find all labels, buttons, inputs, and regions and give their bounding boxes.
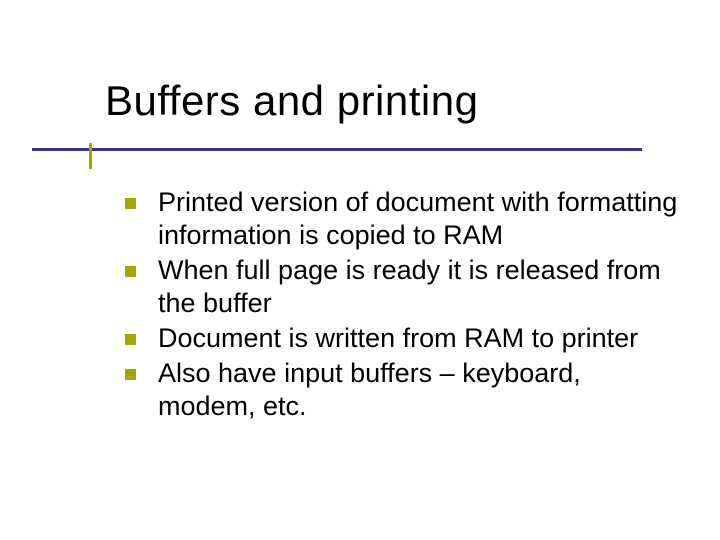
list-item: When full page is ready it is released f… (125, 254, 680, 320)
list-item-text: When full page is ready it is released f… (158, 254, 680, 320)
square-bullet-icon (125, 369, 136, 380)
list-item-text: Document is written from RAM to printer (158, 322, 680, 355)
title-block: Buffers and printing (105, 78, 690, 124)
slide: Buffers and printing Printed version of … (0, 0, 720, 540)
title-accent-tick (89, 143, 92, 169)
square-bullet-icon (125, 266, 136, 277)
list-item: Document is written from RAM to printer (125, 322, 680, 355)
title-underline (32, 148, 642, 151)
list-item: Also have input buffers – keyboard, mode… (125, 357, 680, 423)
list-item-text: Also have input buffers – keyboard, mode… (158, 357, 680, 423)
list-item-text: Printed version of document with formatt… (158, 186, 680, 252)
square-bullet-icon (125, 198, 136, 209)
slide-title: Buffers and printing (105, 78, 690, 124)
square-bullet-icon (125, 334, 136, 345)
body-list: Printed version of document with formatt… (125, 186, 680, 425)
list-item: Printed version of document with formatt… (125, 186, 680, 252)
